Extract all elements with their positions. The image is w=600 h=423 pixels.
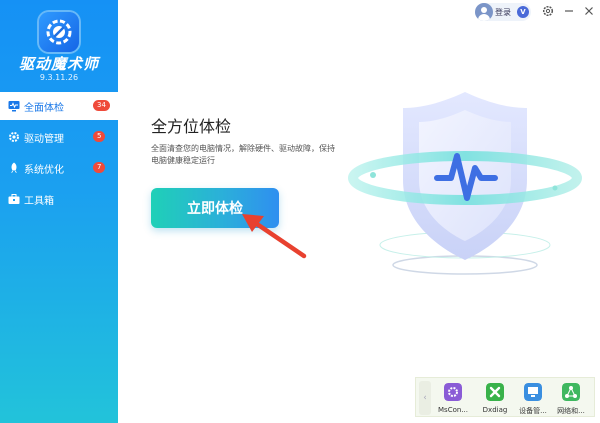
quick-tools-tray: ‹ MsCon... Dxdiag 设备管... 网络和... — [415, 377, 595, 417]
sidebar-item-toolbox[interactable]: 工具箱 — [0, 185, 118, 213]
settings-gear-icon[interactable] — [542, 5, 554, 17]
badge-count: 5 — [93, 131, 106, 142]
app-logo-icon — [39, 12, 79, 52]
page-description: 全面清查您的电脑情况，解除硬件、驱动故障，保持电脑健康稳定运行 — [151, 144, 335, 165]
network-icon — [562, 383, 580, 401]
tool-label: Dxdiag — [482, 406, 508, 414]
app-window: 驱动魔术师 9.3.11.26 全面体检 34 驱动管理 5 系统优化 7 工具… — [0, 0, 600, 423]
pointer-arrow-icon — [242, 214, 307, 259]
tool-mscon[interactable]: MsCon... — [436, 381, 470, 417]
rocket-icon — [11, 162, 17, 173]
sidebar: 驱动魔术师 9.3.11.26 全面体检 34 驱动管理 5 系统优化 7 工具… — [0, 0, 118, 423]
login-button[interactable]: 登录 V — [475, 3, 531, 21]
app-version: 9.3.11.26 — [39, 73, 79, 82]
sidebar-item-driver-manage[interactable]: 驱动管理 5 — [0, 123, 118, 151]
app-name: 驱动魔术师 — [18, 55, 99, 73]
sidebar-item-system-optimize[interactable]: 系统优化 7 — [0, 154, 118, 182]
vip-badge: V — [517, 6, 529, 18]
tool-label: MsCon... — [438, 406, 468, 414]
sidebar-item-full-check[interactable]: 全面体检 34 — [0, 92, 118, 120]
device-manager-icon — [524, 383, 542, 401]
tool-label: 网络和... — [557, 407, 585, 415]
minimize-icon[interactable] — [563, 5, 575, 17]
sidebar-item-label: 全面体检 — [24, 103, 64, 114]
close-icon[interactable] — [583, 5, 595, 17]
toolbox-icon — [8, 194, 20, 204]
avatar — [475, 3, 493, 21]
sidebar-item-label: 驱动管理 — [24, 134, 64, 145]
monitor-check-icon — [8, 101, 20, 112]
gear-icon — [9, 132, 19, 142]
sidebar-item-label: 工具箱 — [24, 196, 54, 207]
mscon-icon — [444, 383, 462, 401]
login-label: 登录 — [495, 8, 511, 17]
tool-device-manager[interactable]: 设备管... — [516, 381, 550, 417]
tool-label: 设备管... — [519, 407, 547, 415]
page-title: 全方位体检 — [151, 117, 232, 136]
tool-network[interactable]: 网络和... — [554, 381, 588, 417]
badge-count: 34 — [93, 100, 110, 111]
tray-collapse-button[interactable]: ‹ — [419, 381, 431, 415]
dxdiag-icon — [486, 383, 504, 401]
badge-count: 7 — [93, 162, 106, 173]
sidebar-item-label: 系统优化 — [24, 165, 64, 176]
tool-dxdiag[interactable]: Dxdiag — [478, 381, 512, 417]
shield-illustration-icon — [348, 92, 582, 275]
